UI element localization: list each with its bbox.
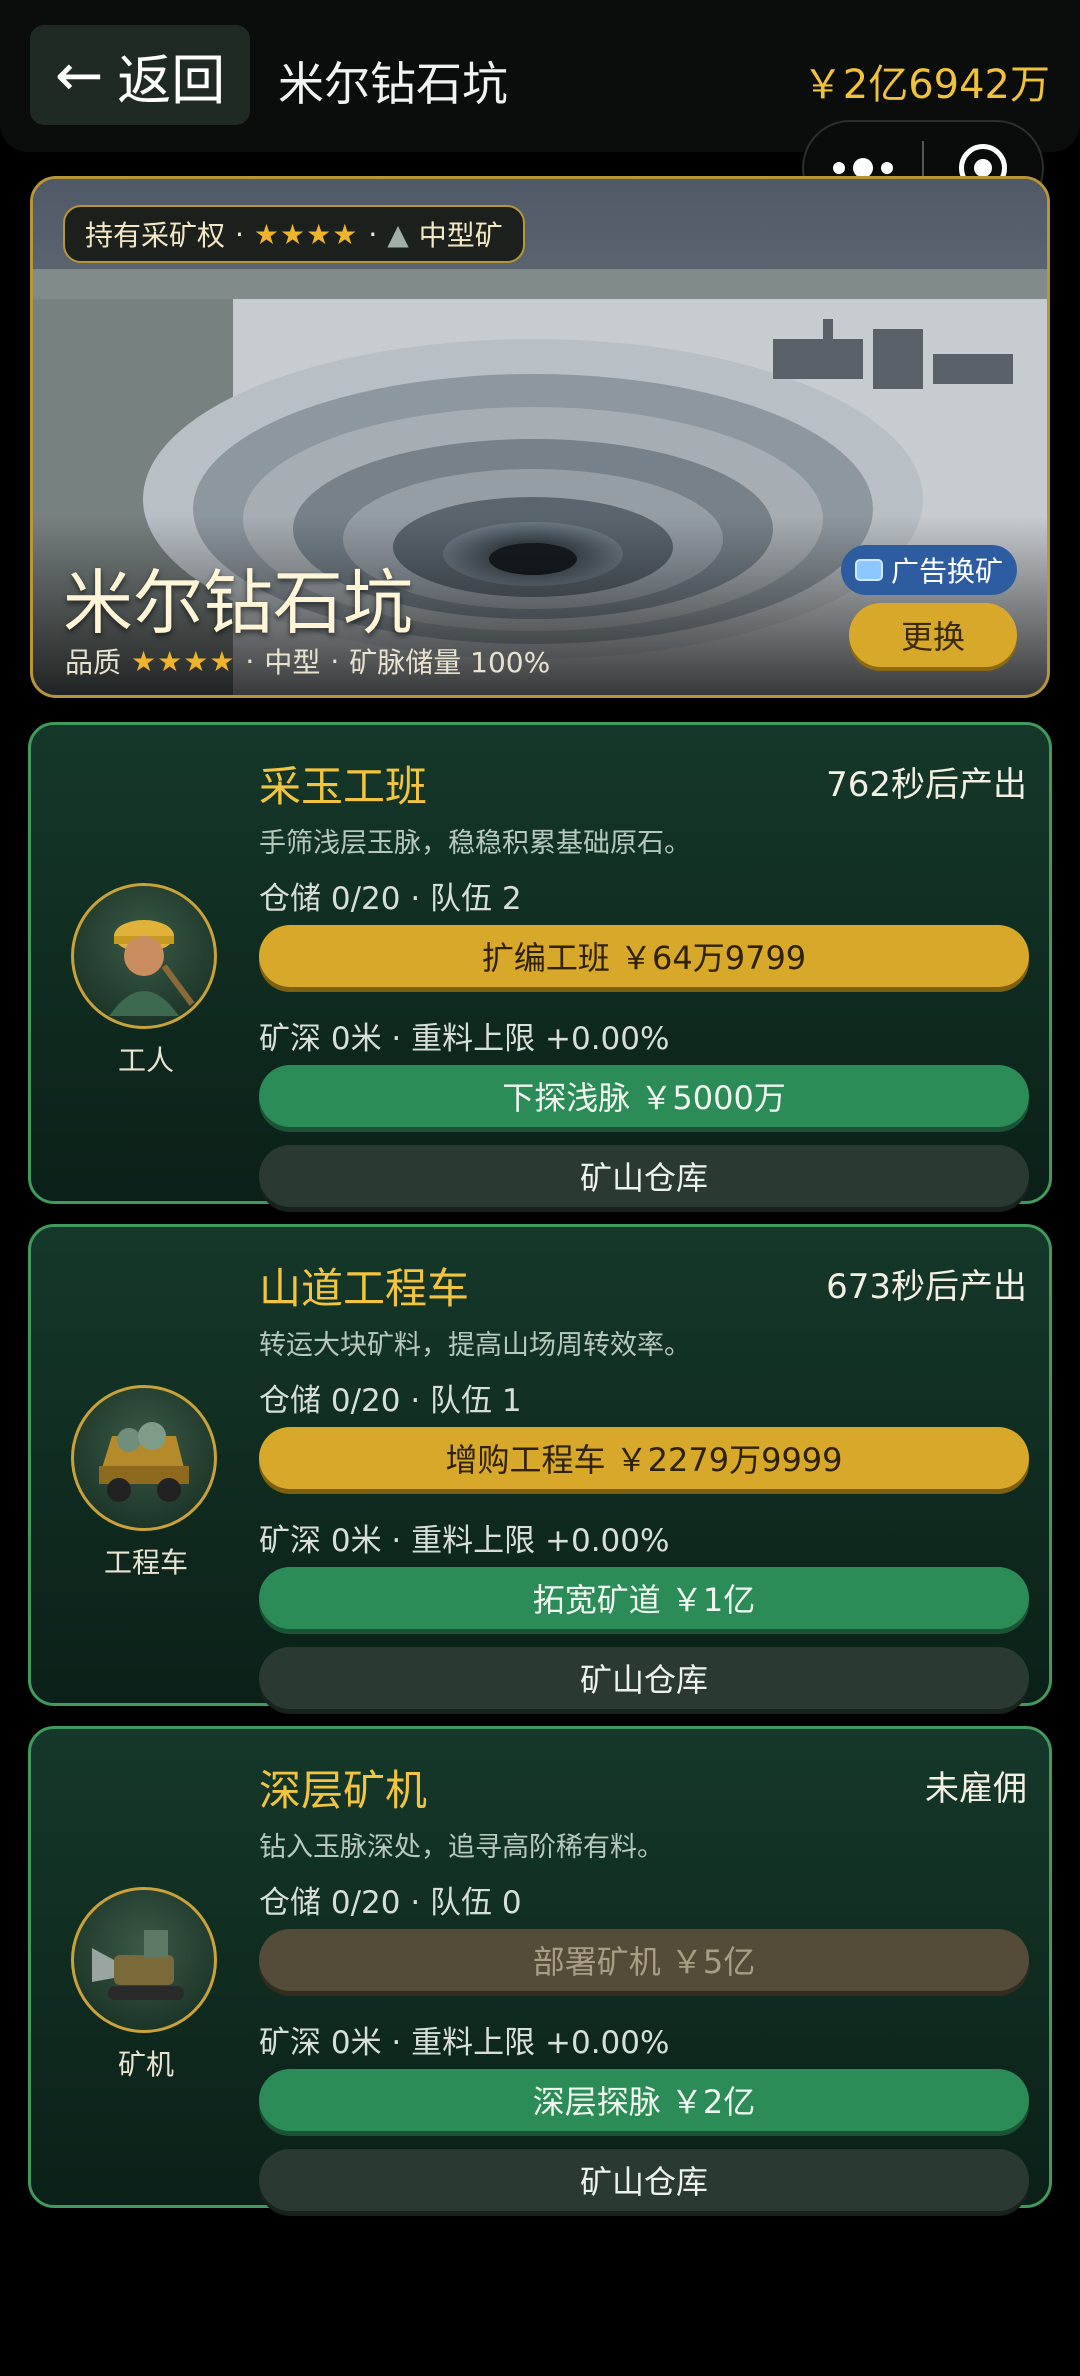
rights-label: 持有采矿权 <box>85 219 226 252</box>
avatar-group: 工人 <box>71 883 221 1079</box>
drill-machine-icon <box>92 1930 184 2000</box>
mine-size-badge: 中型矿 <box>418 219 503 252</box>
card-description: 转运大块矿料，提高山场周转效率。 <box>259 1330 691 1361</box>
app-page: ← 返回 米尔钻石坑 ￥2亿6942万 持有采矿权 · ★★★★ · ▲ 中型矿… <box>0 0 1080 2376</box>
swap-mine-button[interactable]: 更换 <box>849 603 1017 667</box>
page-title: 米尔钻石坑 <box>278 57 508 111</box>
storage-team-info: 仓储 0/20 · 队伍 1 <box>259 1383 522 1419</box>
quality-star-rating: ★★★★ <box>131 644 236 678</box>
depth-info: 矿深 0米 · 重料上限 +0.00% <box>259 2025 670 2061</box>
miner-worker-icon <box>109 920 195 1016</box>
mountain-icon: ▲ <box>387 217 409 251</box>
mine-meta: 品质 ★★★★ · 中型 · 矿脉储量 100% <box>65 641 550 681</box>
card-description: 钻入玉脉深处，追寻高阶稀有料。 <box>259 1832 664 1863</box>
mine-size: 中型 <box>264 646 321 679</box>
truck-avatar <box>71 1385 217 1531</box>
production-timer: 673秒后产出 <box>826 1267 1027 1307</box>
card-title: 山道工程车 <box>259 1264 470 1313</box>
mine-warehouse-button[interactable]: 矿山仓库 <box>259 2149 1029 2211</box>
avatar-label: 矿机 <box>117 2048 174 2081</box>
ad-swap-label: 广告换矿 <box>890 555 1003 588</box>
money-balance: ￥2亿6942万 <box>802 62 1050 108</box>
expand-crew-button[interactable]: 扩编工班 ￥64万9799 <box>259 925 1029 987</box>
back-label: 返回 <box>117 48 226 112</box>
badge-star-rating: ★★★★ <box>253 217 359 251</box>
mining-rights-badge: 持有采矿权 · ★★★★ · ▲ 中型矿 <box>63 205 525 263</box>
mine-name: 米尔钻石坑 <box>63 562 413 644</box>
dump-truck-icon <box>99 1422 189 1502</box>
explore-vein-button[interactable]: 下探浅脉 ￥5000万 <box>259 1065 1029 1127</box>
storage-team-info: 仓储 0/20 · 队伍 2 <box>259 881 522 917</box>
widen-tunnel-button[interactable]: 拓宽矿道 ￥1亿 <box>259 1567 1029 1629</box>
deploy-drill-button[interactable]: 部署矿机 ￥5亿 <box>259 1929 1029 1991</box>
vein-reserve: 矿脉储量 100% <box>349 646 551 679</box>
avatar-group: 工程车 <box>71 1385 221 1581</box>
arrow-left-icon: ← <box>54 41 104 109</box>
operation-card-truck: 工程车 山道工程车 673秒后产出 转运大块矿料，提高山场周转效率。 仓储 0/… <box>28 1224 1052 1709</box>
card-title: 深层矿机 <box>259 1766 428 1815</box>
mine-warehouse-button[interactable]: 矿山仓库 <box>259 1145 1029 1207</box>
avatar-label: 工程车 <box>103 1546 188 1579</box>
deep-explore-button[interactable]: 深层探脉 ￥2亿 <box>259 2069 1029 2131</box>
back-button[interactable]: ← 返回 <box>30 25 250 125</box>
production-timer: 762秒后产出 <box>826 765 1027 805</box>
operation-card-worker: 工人 采玉工班 762秒后产出 手筛浅层玉脉，稳稳积累基础原石。 仓储 0/20… <box>28 722 1052 1207</box>
card-description: 手筛浅层玉脉，稳稳积累基础原石。 <box>259 828 691 859</box>
buy-truck-button[interactable]: 增购工程车 ￥2279万9999 <box>259 1427 1029 1489</box>
depth-info: 矿深 0米 · 重料上限 +0.00% <box>259 1523 670 1559</box>
mine-warehouse-button[interactable]: 矿山仓库 <box>259 1647 1029 1709</box>
tv-icon <box>854 559 883 581</box>
storage-team-info: 仓储 0/20 · 队伍 0 <box>259 1885 522 1921</box>
depth-info: 矿深 0米 · 重料上限 +0.00% <box>259 1021 670 1057</box>
drill-avatar <box>71 1887 217 2033</box>
card-title: 采玉工班 <box>259 762 428 811</box>
avatar-group: 矿机 <box>71 1887 221 2083</box>
quality-label: 品质 <box>65 646 122 679</box>
mine-banner: 持有采矿权 · ★★★★ · ▲ 中型矿 米尔钻石坑 品质 ★★★★ · 中型 … <box>30 176 1050 698</box>
worker-avatar <box>71 883 217 1029</box>
hire-status: 未雇佣 <box>925 1769 1027 1809</box>
operation-card-drill: 矿机 深层矿机 未雇佣 钻入玉脉深处，追寻高阶稀有料。 仓储 0/20 · 队伍… <box>28 1726 1052 2211</box>
avatar-label: 工人 <box>117 1044 174 1077</box>
ad-swap-mine-button[interactable]: 广告换矿 <box>840 545 1017 595</box>
